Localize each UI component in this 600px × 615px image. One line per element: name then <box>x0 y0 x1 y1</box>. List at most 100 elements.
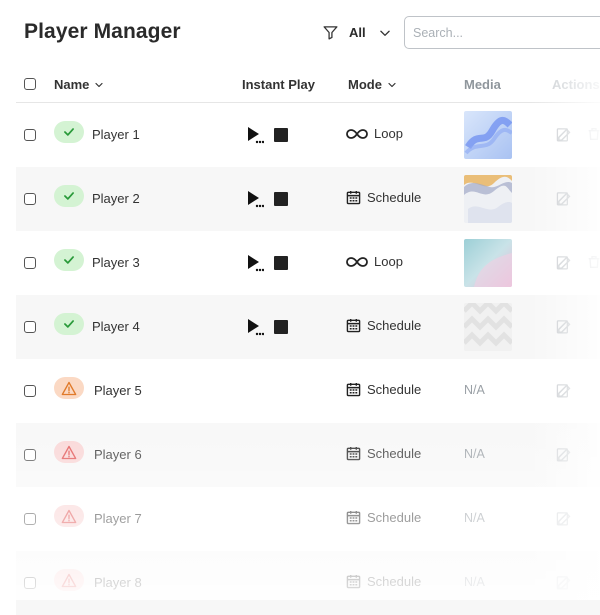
edit-icon[interactable] <box>556 126 573 143</box>
instant-play-controls <box>246 190 288 208</box>
column-header-mode[interactable]: Mode <box>348 77 398 92</box>
row-checkbox[interactable] <box>24 193 36 205</box>
edit-icon[interactable] <box>556 382 573 399</box>
mode-label: Loop <box>374 126 403 141</box>
row-checkbox[interactable] <box>24 129 36 141</box>
mode-cell: Loop <box>346 254 403 269</box>
mode-label: Schedule <box>367 574 422 589</box>
player-name: Player 3 <box>92 255 140 270</box>
play-icon[interactable] <box>246 190 264 208</box>
play-icon[interactable] <box>246 254 264 272</box>
mode-cell: Schedule <box>346 190 421 205</box>
check-icon <box>64 128 74 136</box>
player-name: Player 5 <box>94 383 142 398</box>
status-badge <box>54 569 84 591</box>
search-input[interactable] <box>404 16 600 49</box>
chevron-down-icon <box>379 30 390 36</box>
edit-icon[interactable] <box>556 190 573 207</box>
trash-icon[interactable] <box>586 126 600 142</box>
media-na: N/A <box>464 447 485 461</box>
warning-icon <box>61 509 77 523</box>
calendar-icon <box>346 510 361 525</box>
instant-play-controls <box>246 254 288 272</box>
stop-icon[interactable] <box>274 128 288 142</box>
column-header-name[interactable]: Name <box>54 77 105 92</box>
mode-label: Schedule <box>367 510 422 525</box>
media-thumbnail[interactable] <box>464 111 512 159</box>
column-header-instant-play: Instant Play <box>242 77 315 92</box>
row-checkbox[interactable] <box>24 513 36 525</box>
column-header-media: Media <box>464 77 501 92</box>
filter-dropdown[interactable]: All <box>322 24 392 41</box>
mode-label: Schedule <box>367 190 422 205</box>
mode-cell: Loop <box>346 126 403 141</box>
warning-icon <box>61 573 77 587</box>
player-name: Player 6 <box>94 447 142 462</box>
table-row: Player 6 Schedule N/A <box>16 423 600 487</box>
sort-chevron-icon <box>388 82 396 87</box>
media-na: N/A <box>464 511 485 525</box>
table-row: Player 3 Loop <box>16 231 600 295</box>
warning-icon <box>61 381 77 395</box>
status-badge <box>54 313 84 335</box>
row-checkbox[interactable] <box>24 577 36 589</box>
row-checkbox[interactable] <box>24 257 36 269</box>
infinity-icon <box>346 128 368 139</box>
column-header-actions: Actions <box>552 77 600 92</box>
media-thumbnail[interactable] <box>464 303 512 351</box>
sort-chevron-icon <box>95 82 104 87</box>
table-row: Player 1 Loop <box>16 103 600 167</box>
check-icon <box>64 320 74 328</box>
mode-cell: Schedule <box>346 318 421 333</box>
play-icon[interactable] <box>246 126 264 144</box>
edit-icon[interactable] <box>556 510 573 527</box>
status-badge <box>54 505 84 527</box>
mode-label: Schedule <box>367 446 422 461</box>
table-row: Player 7 Schedule N/A <box>16 487 600 551</box>
player-name: Player 8 <box>94 575 142 590</box>
status-badge <box>54 121 84 143</box>
stop-icon[interactable] <box>274 256 288 270</box>
row-checkbox[interactable] <box>24 449 36 461</box>
stop-icon[interactable] <box>274 192 288 206</box>
media-thumbnail[interactable] <box>464 239 512 287</box>
check-icon <box>64 256 74 264</box>
calendar-icon <box>346 382 361 397</box>
edit-icon[interactable] <box>556 574 573 591</box>
player-name: Player 1 <box>92 127 140 142</box>
trash-icon[interactable] <box>586 254 600 270</box>
edit-icon[interactable] <box>556 318 573 335</box>
edit-icon[interactable] <box>556 254 573 271</box>
table-header: Name Instant Play Mode Media Actions <box>16 68 600 103</box>
check-icon <box>64 192 74 200</box>
status-badge <box>54 249 84 271</box>
media-thumbnail[interactable] <box>464 175 512 223</box>
media-na: N/A <box>464 383 485 397</box>
players-table: Name Instant Play Mode Media Actions Pla… <box>16 68 600 615</box>
calendar-icon <box>346 318 361 333</box>
instant-play-controls <box>246 126 288 144</box>
calendar-icon <box>346 574 361 589</box>
player-name: Player 7 <box>94 511 142 526</box>
mode-label: Schedule <box>367 382 422 397</box>
stop-icon[interactable] <box>274 320 288 334</box>
table-row: Player 2 Schedule <box>16 167 600 231</box>
status-badge <box>54 441 84 463</box>
media-na: N/A <box>464 575 485 589</box>
mode-cell: Schedule <box>346 574 421 589</box>
row-checkbox[interactable] <box>24 385 36 397</box>
select-all-checkbox[interactable] <box>24 78 36 90</box>
play-icon[interactable] <box>246 318 264 336</box>
player-name: Player 2 <box>92 191 140 206</box>
mode-cell: Schedule <box>346 382 421 397</box>
edit-icon[interactable] <box>556 446 573 463</box>
status-badge <box>54 185 84 207</box>
table-row: Player 4 Schedule <box>16 295 600 359</box>
funnel-icon <box>323 26 338 40</box>
filter-label: All <box>349 25 366 40</box>
row-checkbox[interactable] <box>24 321 36 333</box>
table-row: Player 8 Schedule N/A <box>16 551 600 615</box>
calendar-icon <box>346 190 361 205</box>
table-row: Player 5 Schedule N/A <box>16 359 600 423</box>
warning-icon <box>61 445 77 459</box>
